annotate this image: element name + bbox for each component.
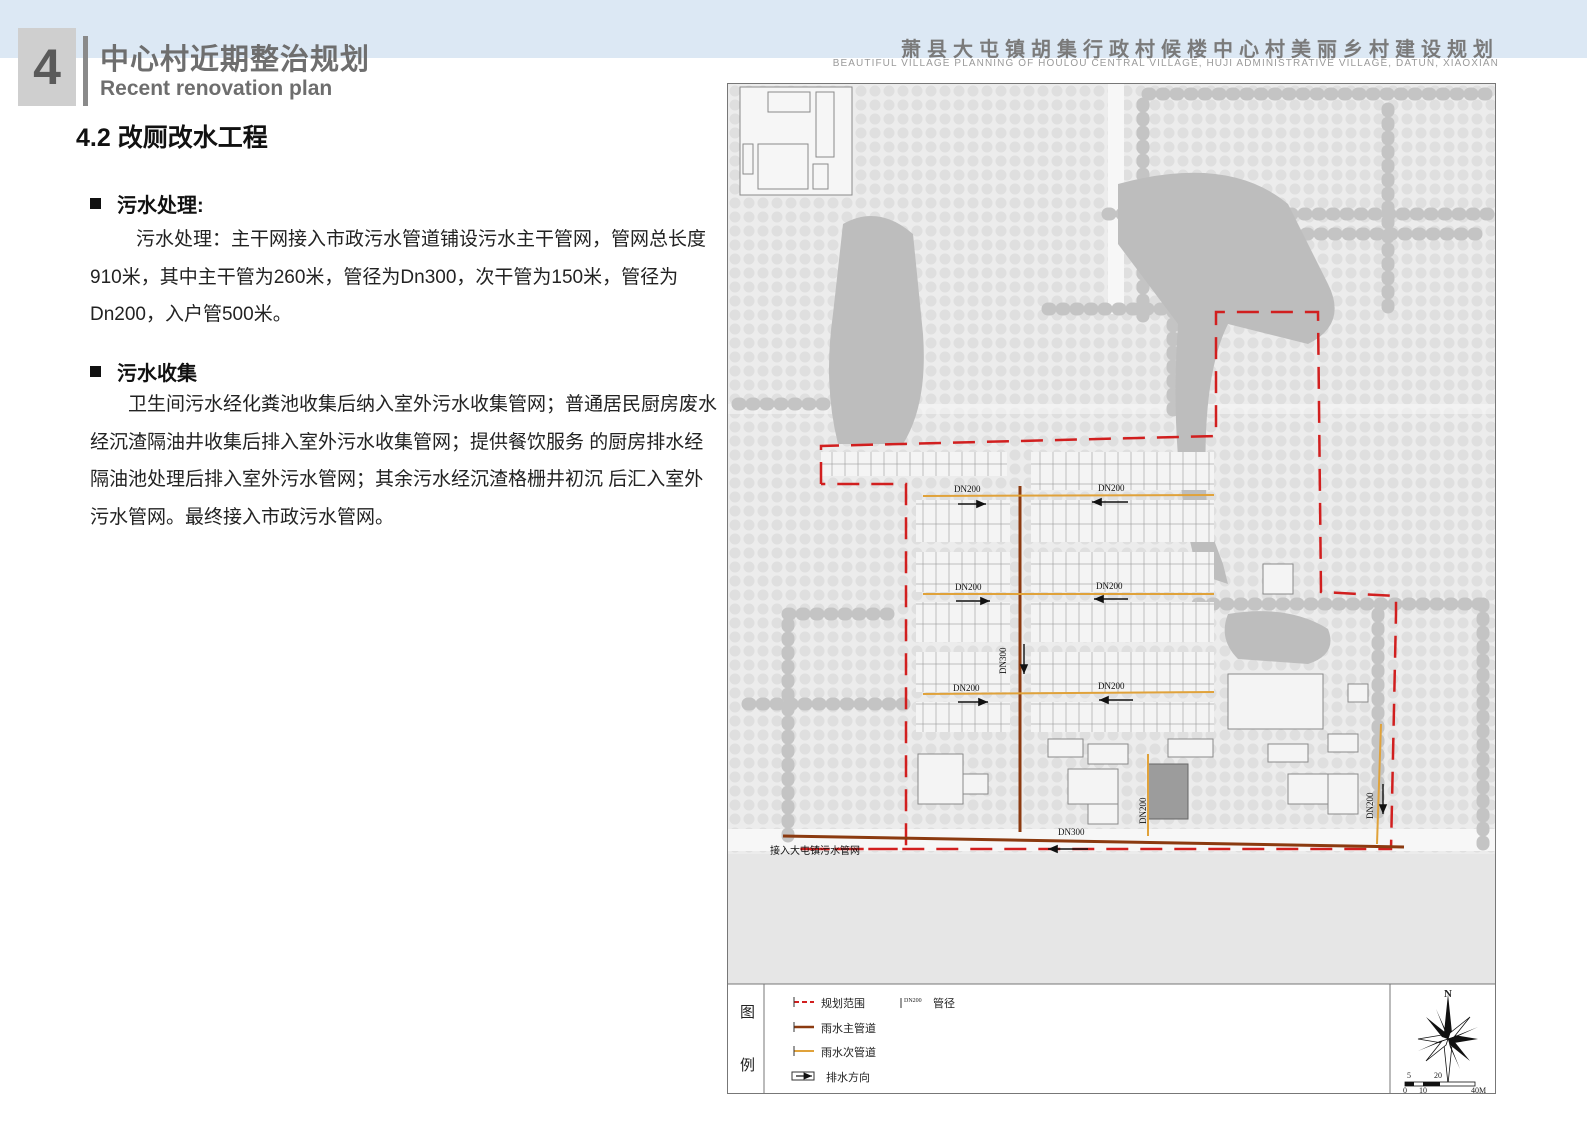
pipe-label: DN200 [1096,581,1123,591]
scale-tick: 20 [1434,1071,1442,1080]
sports-court [1147,763,1189,820]
sewage-collection-body: 卫生间污水经化粪池收集后纳入室外污水收集管网；普通居民厨房废水经沉渣隔油井收集后… [90,394,718,528]
sewage-collection-heading: 污水收集 [90,357,197,386]
section-title: 4.2 改厕改水工程 [76,124,268,152]
legend-flow-direction-label: 排水方向 [826,1072,870,1084]
pipe-label: DN300 [1058,827,1085,837]
pipe-label: DN200 [955,582,982,592]
pipe-label: DN200 [1098,483,1125,493]
scale-tick: 0 [1403,1086,1407,1094]
sewage-treatment-heading: 污水处理: [90,189,204,218]
sewage-treatment-body: 污水处理：主干网接入市政污水管道铺设污水主干管网，管网总长度910米，其中主干管… [90,229,707,325]
sewage-treatment-heading-text: 污水处理: [117,195,204,217]
bullet-square-icon [90,366,101,377]
project-title-en: BEAUTIFUL VILLAGE PLANNING OF HOULOU CEN… [832,58,1499,69]
legend-title-top: 图 [740,1005,756,1021]
legend-main-pipe-label: 雨水主管道 [821,1023,876,1035]
school-compound [739,86,853,196]
scale-tick: 5 [1407,1071,1411,1080]
farmland [728,854,1495,984]
municipal-connection-note: 接入大屯镇污水管网 [770,844,860,857]
legend-boundary-label: 规划范围 [821,998,865,1010]
sewage-collection-heading-text: 污水收集 [117,363,197,385]
bullet-square-icon [90,198,101,209]
scale-tick: 40M [1471,1086,1487,1094]
legend-pipe-size-label: 管径 [933,998,955,1010]
pipe-label: DN300 [998,647,1008,674]
pipe-label: DN200 [953,683,980,693]
north-label: N [1444,988,1452,1000]
pipe-label: DN200 [1365,792,1375,819]
chapter-number: 4 [33,39,61,95]
legend-title-bottom: 例 [740,1058,756,1074]
chapter-title-en: Recent renovation plan [100,77,333,100]
site-plan-map: DN200 DN200 DN200 DN200 DN200 DN200 DN30… [727,83,1496,1094]
chapter-title-cn: 中心村近期整治规划 [100,44,371,76]
chapter-badge: 4 [18,28,76,106]
pipe-label: DN200 [1098,681,1125,691]
title-divider [83,36,88,106]
legend-pipe-size-sample: DN200 [904,998,922,1004]
site-plan-drawing: DN200 DN200 DN200 DN200 DN200 DN200 DN30… [728,84,1495,1093]
pipe-label: DN200 [954,484,981,494]
legend-secondary-pipe-label: 雨水次管道 [821,1047,876,1059]
pipe-label: DN200 [1138,797,1148,824]
scale-tick: 10 [1419,1086,1427,1094]
scale-bar [1404,1081,1476,1087]
